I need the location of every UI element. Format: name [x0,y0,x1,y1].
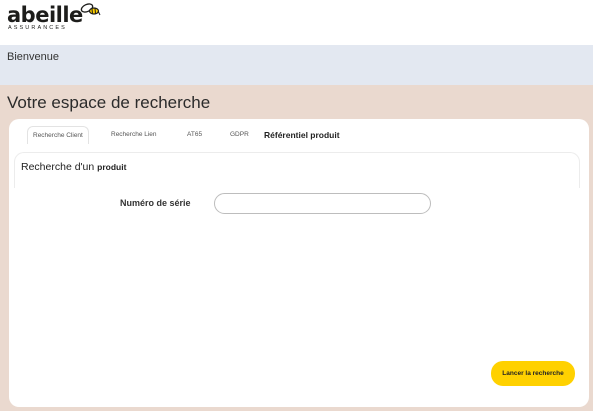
top-bar: abeille ASSURANCES [0,0,593,45]
tab-bar: Recherche Client Recherche Lien AT65 GDP… [17,126,577,146]
tab-at65[interactable]: AT65 [187,126,202,144]
product-search-section: Recherche d'un produit [14,152,580,188]
page-title: Votre espace de recherche [7,93,211,112]
welcome-bar: Bienvenue [0,45,593,85]
section-title-prefix: Recherche d'un [21,161,95,173]
tab-recherche-client[interactable]: Recherche Client [27,126,89,144]
search-button[interactable]: Lancer la recherche [491,361,575,386]
serial-number-label: Numéro de série [120,198,191,208]
search-panel: Recherche Client Recherche Lien AT65 GDP… [9,119,589,407]
tab-referentiel-produit[interactable]: Référentiel produit [264,126,340,144]
serial-number-input[interactable] [214,193,431,214]
section-title: Recherche d'un produit [21,161,126,173]
section-title-strong: produit [97,162,127,172]
logo-wordmark: abeille [7,3,83,27]
abeille-logo[interactable]: abeille ASSURANCES [7,3,101,31]
bee-icon [80,3,101,16]
welcome-text: Bienvenue [7,51,59,63]
main-area: Votre espace de recherche Recherche Clie… [0,85,593,411]
tab-gdpr[interactable]: GDPR [230,126,249,144]
tab-recherche-lien[interactable]: Recherche Lien [111,126,157,144]
